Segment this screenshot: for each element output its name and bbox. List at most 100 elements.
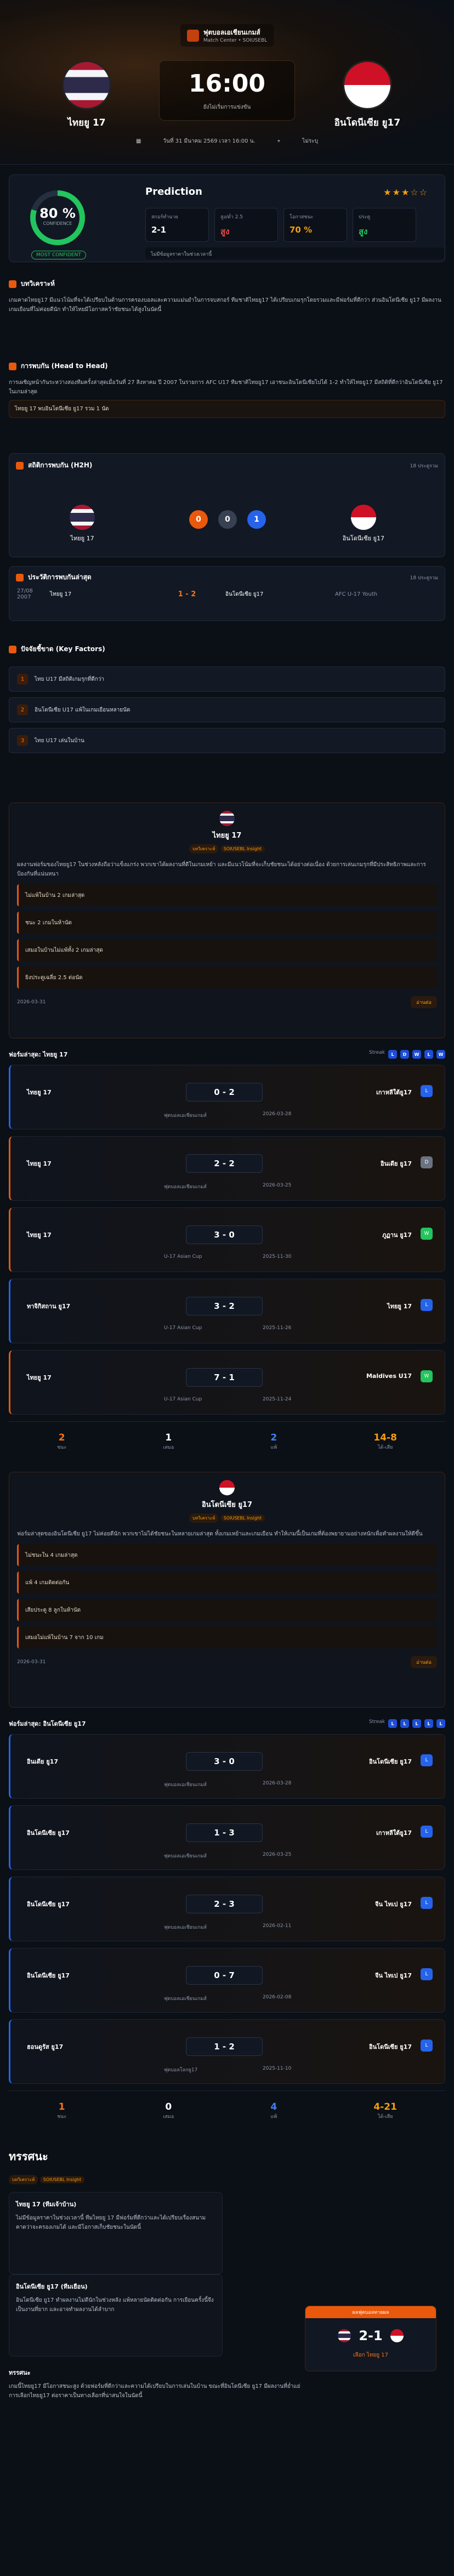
h2h-stats-sub: 18 ประตูรวม xyxy=(410,463,438,469)
prediction-box-label: ประตู xyxy=(359,214,371,220)
summary-label: ได้-เสีย xyxy=(377,1444,393,1450)
key-factor-text: ไทย U17 เล่นในบ้าน xyxy=(35,737,84,744)
h2h-history-sub: 18 ประตูรวม xyxy=(410,575,438,581)
h2h-away-name: อินโดนีเซีย ยู17 xyxy=(342,535,384,542)
h2h-analysis-text: การเผชิญหน้ากันระหว่างสองทีมครั้งล่าสุดเ… xyxy=(9,380,443,395)
league-badge[interactable]: ฟุตบอลเอเชียนเกมส์ Match Center • SOIUSEB… xyxy=(180,24,274,47)
league-name: ฟุตบอลเอเชียนเกมส์ xyxy=(203,29,260,36)
form-match-score: 3 - 0 xyxy=(186,1752,263,1771)
form-match-score: 0 - 7 xyxy=(186,1966,263,1985)
summary-value: 1 xyxy=(58,2101,65,2112)
read-more-button[interactable]: อ่านต่อ xyxy=(411,1656,437,1668)
prediction-box: โอกาสชนะ 70 % xyxy=(283,208,347,242)
h2h-home-name: ไทยยู 17 xyxy=(70,535,94,542)
conclusion-section: ทรรศนะ บทวิเคราะห์ SOIUSEBL Insight ไทยย… xyxy=(9,2141,445,2399)
summary-label: ชนะ xyxy=(57,1444,67,1450)
home-team[interactable]: ไทยยู 17 xyxy=(32,60,141,130)
form-match-card[interactable]: อินเดีย ยู17 3 - 0 อินโดนีเซีย ยู17 L ฟุตบอล… xyxy=(9,1734,445,1799)
summary-stat: 14-8 ได้-เสีย xyxy=(373,1432,397,1451)
form-match-competition: ฟุตบอลเอเชียนเกมส์ xyxy=(164,1782,207,1788)
key-factor: 2 อินโดนีเซีย U17 แพ้ในเกมเยือนหลายนัด xyxy=(9,697,445,722)
confidence-badge: MOST CONFIDENT xyxy=(31,251,86,259)
form-match-date: 2026-03-25 xyxy=(263,1852,292,1857)
home-panel-name: ไทยยู 17 xyxy=(212,832,242,840)
form-match-home: ฮอนดูรัส ยู17 xyxy=(27,2043,64,2050)
h2h-history-row[interactable]: 27/08 2007 ไทยยู 17 1 - 2 อินโดนีเซีย ยู… xyxy=(9,588,445,600)
key-icon xyxy=(9,645,16,653)
form-match-away: อินโดนีเซีย ยู17 xyxy=(369,1758,412,1765)
away-conclusion-title: อินโดนีเซีย ยู17 (ทีมเยือน) xyxy=(16,2283,88,2290)
prediction-box: ประตู สูง xyxy=(353,208,416,242)
analysis-tag: บทวิเคราะห์ xyxy=(9,2175,38,2184)
streak-badge: L xyxy=(424,1719,433,1728)
form-match-card[interactable]: ไทยยู 17 0 - 2 เกาหลีใต้ยู17 L ฟุตบอลเอเชียน… xyxy=(9,1065,445,1129)
summary-value: 2 xyxy=(270,1432,277,1443)
summary-label: ชนะ xyxy=(57,2114,67,2120)
away-team[interactable]: อินโดนีเซีย ยู17 xyxy=(313,60,422,130)
match-meta: ▦ วันที่ 31 มีนาคม 2569 เวลา 16:00 น. ⌖ ไม่… xyxy=(0,137,454,145)
form-match-competition: ฟุตบอลเอเชียนเกมส์ xyxy=(164,1854,207,1859)
indonesia-flag-icon xyxy=(350,505,376,530)
form-match-score: 2 - 3 xyxy=(186,1895,263,1913)
conclusion-title: ทรรศนะ xyxy=(9,2150,48,2163)
form-match-away: เกาหลีใต้ยู17 xyxy=(376,1089,412,1096)
h2h-date: 27/08 2007 xyxy=(17,588,33,600)
form-match-date: 2025-11-30 xyxy=(263,1254,292,1259)
summary-label: เสมอ xyxy=(163,1444,174,1450)
form-match-date: 2025-11-24 xyxy=(263,1397,292,1402)
insight-tag: SOIUSEBL Insight xyxy=(220,845,265,852)
summary-stat: 1 เสมอ xyxy=(163,1432,174,1451)
summary-label: แพ้ xyxy=(270,1444,277,1450)
form-match-card[interactable]: ไทยยู 17 2 - 2 อินเดีย ยู17 D ฟุตบอลเอเชียนเ… xyxy=(9,1136,445,1201)
form-match-score: 1 - 3 xyxy=(186,1823,263,1842)
form-match-competition: ฟุตบอลเอเชียนเกมส์ xyxy=(164,1113,207,1118)
form-match-away: จีน ไทเป ยู17 xyxy=(375,1972,412,1979)
home-form-summary: 2 ชนะ 1 เสมอ 2 แพ้ 14-8 ได้-เสีย xyxy=(9,1421,445,1461)
streak-label: Streak xyxy=(368,1719,385,1725)
streak-badge: L xyxy=(424,1050,433,1059)
form-match-card[interactable]: ไทยยู 17 7 - 1 Maldives U17 W U-17 Asian Cup… xyxy=(9,1350,445,1415)
match-date: วันที่ 31 มีนาคม 2569 เวลา 16:00 น. xyxy=(163,138,256,144)
away-team-name: อินโดนีเซีย ยู17 xyxy=(334,117,401,128)
h2h-stats-card: สถิติการพบกัน (H2H) 18 ประตูรวม ไทยยู 17 … xyxy=(9,453,445,557)
form-match-competition: ฟุตบอลเอเชียนเกมส์ xyxy=(164,1184,207,1190)
streak-label: Streak xyxy=(368,1050,385,1055)
home-conclusion-title: ไทยยู 17 (ทีมเจ้าบ้าน) xyxy=(16,2201,77,2208)
form-match-result: L xyxy=(421,1897,433,1909)
form-match-home: ไทยยู 17 xyxy=(27,1089,52,1096)
match-status: ยังไม่เริ่มการแข่งขัน xyxy=(203,104,251,110)
h2h-row-home: ไทยยู 17 xyxy=(50,591,72,597)
h2h-row-away: อินโดนีเซีย ยู17 xyxy=(225,591,264,597)
streak-badge: D xyxy=(400,1050,409,1059)
draws-count: 0 xyxy=(218,510,237,529)
away-form-title: ฟอร์มล่าสุด: อินโดนีเซีย ยู17 xyxy=(9,1720,86,1727)
form-match-card[interactable]: อินโดนีเซีย ยู17 2 - 3 จีน ไทเป ยู17 L ฟุตบอ… xyxy=(9,1877,445,1941)
form-match-card[interactable]: ทาจิกิสถาน ยู17 3 - 2 ไทยยู 17 L U-17 Asian … xyxy=(9,1279,445,1343)
factor-number: 2 xyxy=(17,704,28,715)
history-icon xyxy=(16,573,24,581)
page: ฟุตบอลเอเชียนเกมส์ Match Center • SOIUSEB… xyxy=(0,0,454,2576)
away-panel-name: อินโดนีเซีย ยู17 xyxy=(201,1501,253,1509)
summary-stat: 0 เสมอ xyxy=(163,2102,174,2120)
away-conclusion: อินโดนีเซีย ยู17 (ทีมเยือน) อินโดนีเซีย ย… xyxy=(9,2274,223,2357)
form-match-card[interactable]: อินโดนีเซีย ยู17 1 - 3 เกาหลีใต้ยู17 L ฟุตบอ… xyxy=(9,1805,445,1870)
analysis-tag: บทวิเคราะห์ xyxy=(189,844,219,854)
form-match-competition: ฟุตบอลเอเชียนเกมส์ xyxy=(164,1996,207,2002)
location-icon: ⌖ xyxy=(277,138,281,144)
pick-box[interactable]: ผลฟุตบอลทายผล 2-1 เลือก ไทยยู 17 xyxy=(305,2306,436,2371)
final-title: ทรรศนะ xyxy=(9,2369,31,2376)
form-match-card[interactable]: อินโดนีเซีย ยู17 0 - 7 จีน ไทเป ยู17 L ฟุตบอ… xyxy=(9,1948,445,2013)
summary-stat: 1 ชนะ xyxy=(57,2102,66,2120)
home-form-title: ฟอร์มล่าสุด: ไทยยู 17 xyxy=(9,1051,68,1058)
away-wins-count: 1 xyxy=(247,510,266,529)
key-factors-title: ปัจจัยชี้ขาด (Key Factors) xyxy=(21,645,105,653)
h2h-analysis-section: การพบกัน (Head to Head) การเผชิญหน้ากันร… xyxy=(9,354,445,453)
form-match-score: 3 - 2 xyxy=(186,1297,263,1315)
form-match-date: 2026-02-08 xyxy=(263,1995,292,2000)
form-match-card[interactable]: ฮอนดูรัส ยู17 1 - 2 อินโดนีเซีย ยู17 L ฟุตบอ… xyxy=(9,2019,445,2084)
summary-section: บทวิเคราะห์ เกมคาดไทยยู17 มีแนวโน้มที่จะ… xyxy=(9,272,445,354)
form-match-card[interactable]: ไทยยู 17 3 - 0 ภูฏาน ยู17 W U-17 Asian Cup 20… xyxy=(9,1207,445,1272)
form-match-result: W xyxy=(421,1228,433,1240)
read-more-button[interactable]: อ่านต่อ xyxy=(411,996,437,1008)
home-bullet: ยิงประตูเฉลี่ย 2.5 ต่อนัด xyxy=(17,967,437,988)
